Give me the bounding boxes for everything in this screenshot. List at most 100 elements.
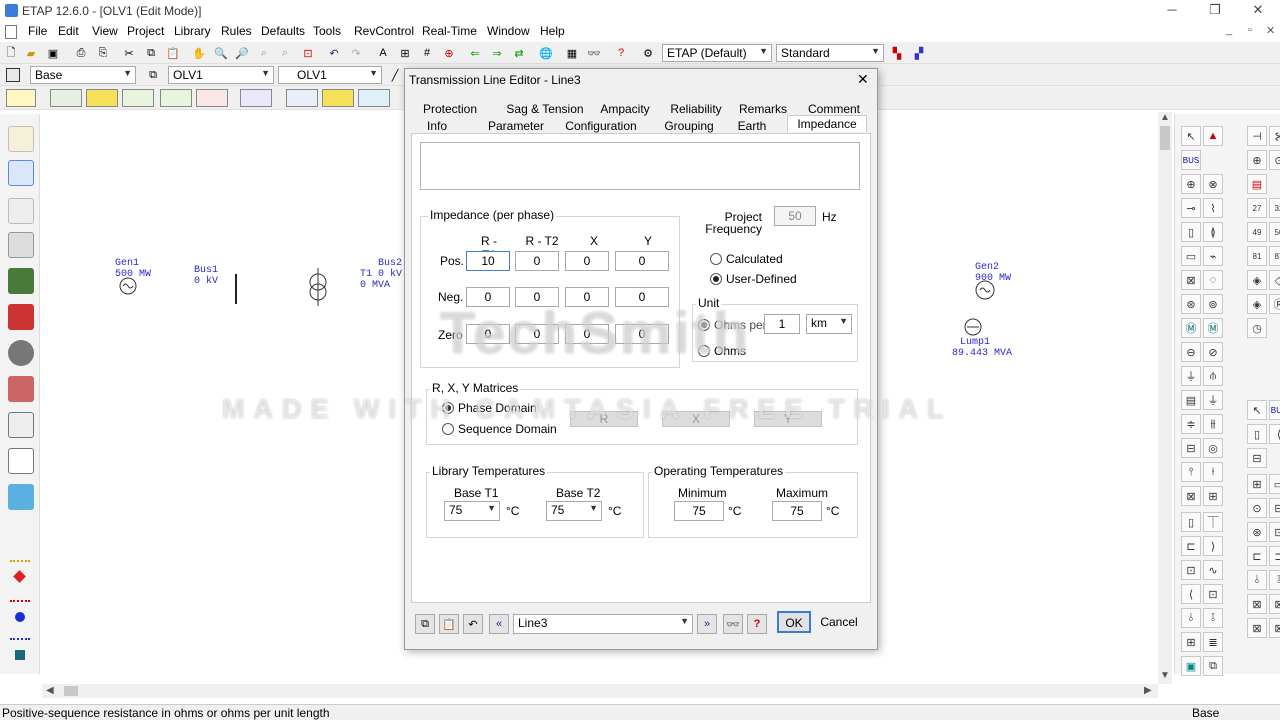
- open-folder-icon[interactable]: ▰: [22, 44, 40, 62]
- vfd-icon[interactable]: ⫵: [1203, 414, 1223, 434]
- link-icon[interactable]: ⟨: [1181, 584, 1201, 604]
- dc-converter-2-icon[interactable]: ⊡: [1269, 522, 1280, 542]
- network-edit-icon[interactable]: [8, 160, 34, 186]
- overload-icon[interactable]: ⟩: [1203, 536, 1223, 556]
- menu-defaults[interactable]: Defaults: [261, 24, 305, 38]
- transformer-3w-icon[interactable]: ⊗: [1203, 174, 1223, 194]
- display-icon[interactable]: ▣: [1181, 656, 1201, 676]
- ok-button[interactable]: OK: [777, 611, 811, 633]
- grid-icon[interactable]: #: [418, 44, 436, 62]
- dialog-help-button[interactable]: ?: [747, 614, 767, 634]
- transient-stability-icon[interactable]: [196, 89, 228, 107]
- fuse-icon[interactable]: ▭: [1181, 246, 1201, 266]
- pt-icon[interactable]: ⊞: [1203, 486, 1223, 506]
- dc-arrester-icon[interactable]: ⫰: [1247, 570, 1267, 590]
- relay-49-icon[interactable]: 49: [1247, 222, 1267, 242]
- relay-e-icon[interactable]: ◇: [1269, 270, 1280, 290]
- network-blue-icon[interactable]: [10, 600, 30, 628]
- paste-data-icon[interactable]: 📋: [439, 614, 459, 634]
- cable-icon[interactable]: [8, 268, 34, 294]
- scroll-up-icon[interactable]: ▲: [1160, 112, 1170, 123]
- impedance-icon[interactable]: ▯: [1181, 222, 1201, 242]
- continuity-check-icon[interactable]: ⊕: [440, 44, 458, 62]
- vertical-scrollbar[interactable]: ▲ ▼: [1158, 112, 1172, 684]
- dc-load-icon[interactable]: ⊟: [1269, 498, 1280, 518]
- presentation-combo[interactable]: OLV1 ▼: [168, 66, 274, 84]
- relay-f-icon[interactable]: ◈: [1247, 294, 1267, 314]
- horizontal-scroll-thumb[interactable]: [64, 686, 78, 696]
- power-calc-icon[interactable]: ▦: [563, 44, 581, 62]
- tab-ampacity[interactable]: Ampacity: [593, 101, 657, 118]
- dc-fuse-icon[interactable]: ⊟: [1247, 448, 1267, 468]
- composite-motor-icon[interactable]: ≣: [1203, 632, 1223, 652]
- zoom-prev-icon[interactable]: ⌕: [255, 44, 273, 62]
- ups-icon[interactable]: ≑: [1181, 414, 1201, 434]
- recorder-icon[interactable]: ▤: [1247, 174, 1267, 194]
- remote-icon[interactable]: ⧉: [1203, 656, 1223, 676]
- relay-87-icon[interactable]: 87: [1269, 246, 1280, 266]
- dc-lumped-icon[interactable]: ⊛: [1247, 522, 1267, 542]
- pos-rt1-field[interactable]: 10: [466, 251, 510, 271]
- zoom-out-icon[interactable]: 🔎: [233, 44, 251, 62]
- dc-motor-icon[interactable]: ⊙: [1247, 498, 1267, 518]
- motor-m2-icon[interactable]: Ⓜ: [1203, 318, 1223, 338]
- utility-icon[interactable]: ⊠: [1181, 270, 1201, 290]
- relay-32-icon[interactable]: 32: [1269, 198, 1280, 218]
- get-template-icon[interactable]: ⇐: [466, 44, 484, 62]
- network-teal-icon[interactable]: [10, 638, 30, 666]
- motor-start-icon[interactable]: [122, 89, 154, 107]
- dc-cable-icon[interactable]: ▯: [1247, 424, 1267, 444]
- menu-project[interactable]: Project: [127, 24, 164, 38]
- dc-charger-icon[interactable]: ▭: [1269, 474, 1280, 494]
- short-circuit-icon[interactable]: [86, 89, 118, 107]
- zoom-in-icon[interactable]: 🔍: [212, 44, 230, 62]
- dc-impedance-icon[interactable]: ⟨: [1269, 424, 1280, 444]
- sync-motor-icon[interactable]: ⊚: [1203, 294, 1223, 314]
- star-view-icon[interactable]: [8, 198, 34, 224]
- static-load-icon[interactable]: ⊘: [1203, 342, 1223, 362]
- redo-icon[interactable]: ↷: [347, 44, 365, 62]
- scroll-left-icon[interactable]: ◀: [46, 685, 54, 696]
- schedule-icon[interactable]: [8, 412, 34, 438]
- undo-data-icon[interactable]: ↶: [463, 614, 483, 634]
- help-icon[interactable]: ?: [612, 44, 630, 62]
- standard-combo[interactable]: Standard ▼: [776, 44, 884, 62]
- mov-icon[interactable]: ⊖: [1181, 342, 1201, 362]
- tie-icon[interactable]: ⊡: [1203, 584, 1223, 604]
- cable-element-icon[interactable]: ⊸: [1181, 198, 1201, 218]
- configuration-combo[interactable]: OLV1 ▼: [278, 66, 382, 84]
- cancel-button[interactable]: Cancel: [817, 611, 861, 633]
- arrester-icon[interactable]: ⫰: [1181, 608, 1201, 628]
- ohms-per-length-field[interactable]: 1: [764, 314, 800, 334]
- base-combo[interactable]: Base ▼: [30, 66, 136, 84]
- generator-icon[interactable]: ◌: [1203, 270, 1223, 290]
- relay-icon[interactable]: [8, 232, 34, 258]
- relay-27-numbered-icon[interactable]: 27: [1247, 198, 1267, 218]
- base-t2-combo[interactable]: 75 ▼: [546, 501, 602, 521]
- pos-x-field[interactable]: 0: [565, 251, 609, 271]
- mdi-minimize-button[interactable]: _: [1226, 24, 1232, 36]
- menu-window[interactable]: Window: [487, 24, 530, 38]
- tab-remarks[interactable]: Remarks: [735, 101, 791, 118]
- lv-breaker-icon[interactable]: ⫮: [1203, 462, 1223, 482]
- wave-icon[interactable]: ∿: [1203, 560, 1223, 580]
- tools-icon[interactable]: [8, 304, 34, 330]
- base-t1-combo[interactable]: 75 ▼: [444, 501, 500, 521]
- menu-tools[interactable]: Tools: [313, 24, 341, 38]
- dc-converter-icon[interactable]: ⊡: [1181, 560, 1201, 580]
- vertical-scroll-thumb[interactable]: [1160, 126, 1170, 150]
- panel-element-icon[interactable]: ▤: [1181, 390, 1201, 410]
- horizontal-scrollbar[interactable]: ◀ ▶: [42, 684, 1158, 698]
- length-unit-combo[interactable]: km ▼: [806, 314, 852, 334]
- dc-ground-2-icon[interactable]: ⊠: [1269, 618, 1280, 638]
- text-format-icon[interactable]: ⊞: [396, 44, 414, 62]
- menu-realtime[interactable]: Real-Time: [422, 24, 477, 38]
- menu-file[interactable]: File: [28, 24, 47, 38]
- pan-icon[interactable]: ✋: [190, 44, 208, 62]
- capacitor-icon[interactable]: ⏚: [1181, 366, 1201, 386]
- colors-icon[interactable]: ▚: [888, 44, 906, 62]
- relay-icon-2[interactable]: ⊙: [1269, 150, 1280, 170]
- theme-icon[interactable]: ⇄: [510, 44, 528, 62]
- arc-flash-icon[interactable]: [322, 89, 354, 107]
- save-icon[interactable]: ▣: [44, 44, 62, 62]
